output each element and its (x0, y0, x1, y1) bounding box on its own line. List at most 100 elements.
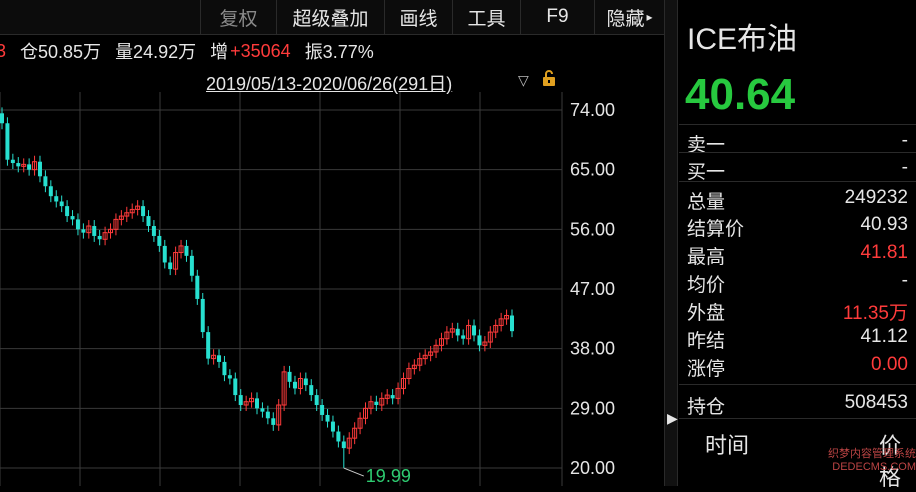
candle-body-down (233, 378, 238, 396)
quote-row: 结算价 40.93 (679, 212, 916, 240)
toolbar-hide-button[interactable]: 隐藏 ▸ (594, 0, 664, 34)
y-tick-label: 20.00 (570, 458, 615, 478)
low-pointer-line (343, 467, 364, 477)
candle-body-down (287, 371, 292, 382)
open-interest-text: 仓50.85万 (20, 42, 102, 62)
y-tick-label: 74.00 (570, 100, 615, 120)
candle-body-down (374, 401, 379, 406)
lock-icon[interactable] (542, 70, 556, 86)
toolbar-hide-label: 隐藏 (606, 8, 645, 30)
candle-body-down (151, 226, 156, 236)
chevron-right-icon: ▸ (646, 10, 653, 24)
quote-row: 涨停 0.00 (679, 352, 916, 380)
quote-row: 卖一 - (679, 128, 916, 156)
candle-body-down (206, 332, 211, 359)
candle-body-down (97, 235, 102, 240)
quote-row: 均价 - (679, 268, 916, 296)
panel-divider (679, 384, 916, 385)
candle-body-down (477, 335, 482, 346)
quote-row-label: 持仓 (687, 397, 726, 418)
quote-row: 总量 249232 (679, 185, 916, 213)
candle-body-down (260, 408, 265, 412)
instrument-title: ICE布油 (687, 23, 798, 56)
candle-body-down (455, 328, 460, 336)
quote-info-strip: 3 仓50.85万 量24.92万 增 +35064 振3.77% (0, 36, 664, 66)
increase-label: 增 (210, 42, 229, 62)
candle-body-down (43, 176, 48, 187)
candle-body-down (184, 245, 189, 256)
quote-row-label: 涨停 (687, 359, 726, 380)
quote-row-value: 249232 (844, 187, 908, 208)
y-tick-label: 65.00 (570, 160, 615, 180)
candle-body-down (227, 375, 232, 379)
candle-body-down (510, 315, 514, 332)
y-tick-label: 38.00 (570, 339, 615, 359)
candlestick-chart[interactable]: 74.00 65.00 56.00 47.00 38.00 29.00 20.00 19.99 (0, 92, 664, 486)
candle-body-down (325, 414, 330, 422)
candle-body-down (255, 398, 259, 409)
candle-body-down (168, 262, 173, 270)
quote-row-value: 40.93 (860, 214, 908, 235)
candle-body-down (70, 216, 75, 220)
candle-body-down (81, 229, 86, 233)
quote-row: 持仓 508453 (679, 390, 916, 418)
quote-row-label: 外盘 (687, 303, 726, 324)
y-tick-label: 47.00 (570, 279, 615, 299)
toolbar-super-overlay-button[interactable]: 超级叠加 (276, 0, 384, 34)
toolbar-f9-button[interactable]: F9 (520, 0, 594, 34)
candle-body-down (461, 335, 466, 339)
candle-body-down (222, 361, 227, 376)
candle-body-down (75, 219, 80, 230)
quote-row-label: 结算价 (687, 219, 745, 240)
candle-body-down (141, 206, 146, 217)
low-price-label: 19.99 (366, 466, 411, 486)
quote-row: 昨结 41.12 (679, 324, 916, 352)
candle-body-down (341, 441, 346, 449)
expand-right-icon[interactable]: ▶ (667, 410, 678, 427)
candle-body-down (303, 378, 308, 386)
y-tick-label: 56.00 (570, 219, 615, 239)
quote-row: 最高 41.81 (679, 240, 916, 268)
candle-body-down (320, 405, 325, 415)
quote-row-value: - (901, 130, 908, 151)
quote-row-label: 买一 (687, 162, 726, 183)
quote-row-value: - (901, 270, 908, 291)
amplitude-text: 振3.77% (304, 42, 374, 62)
increase-value: +35064 (230, 40, 291, 61)
candle-body-down (37, 161, 42, 177)
candle-body-down (271, 418, 276, 425)
panel-divider (679, 124, 916, 125)
tick-time-header: 时间 (705, 433, 750, 458)
candle-body-down (10, 159, 15, 164)
caret-down-icon[interactable]: ▽ (518, 72, 529, 89)
candle-body-down (16, 163, 21, 167)
last-price: 40.64 (685, 70, 796, 119)
quote-panel: ICE布油 40.64 卖一 - 买一 - 总量 249232 结算价 40.93 最高 41.8… (679, 0, 916, 490)
candle-body-down (162, 245, 167, 263)
watermark-text: 织梦内容管理系统 DEDECMS.COM (828, 448, 916, 473)
quote-row: 外盘 11.35万 (679, 296, 916, 324)
candle-body-down (238, 395, 243, 406)
candle-body-down (309, 385, 314, 396)
candle-body-down (92, 226, 97, 236)
toolbar-draw-line-button[interactable]: 画线 (384, 0, 452, 34)
candle-body-down (330, 421, 335, 432)
candle-body-down (314, 395, 319, 406)
chart-toolbar: 复权 超级叠加 画线 工具 F9 隐藏 ▸ (0, 0, 664, 35)
panel-divider (679, 181, 916, 182)
candle-body-down (157, 235, 162, 246)
candle-body-down (65, 206, 70, 217)
candle-body-down (336, 431, 341, 442)
candle-body-down (292, 381, 297, 389)
quote-row-value: 0.00 (871, 354, 908, 375)
quote-row-label: 最高 (687, 247, 726, 268)
candle-body-down (0, 113, 4, 124)
candle-body-down (472, 325, 477, 336)
toolbar-tools-button[interactable]: 工具 (452, 0, 520, 34)
candle-body-down (390, 395, 395, 399)
y-tick-label: 29.00 (570, 398, 615, 418)
quote-row-value: 508453 (844, 392, 908, 413)
toolbar-fuquan-button[interactable]: 复权 (200, 0, 276, 34)
quote-row-label: 均价 (687, 275, 726, 296)
panel-divider (679, 152, 916, 153)
